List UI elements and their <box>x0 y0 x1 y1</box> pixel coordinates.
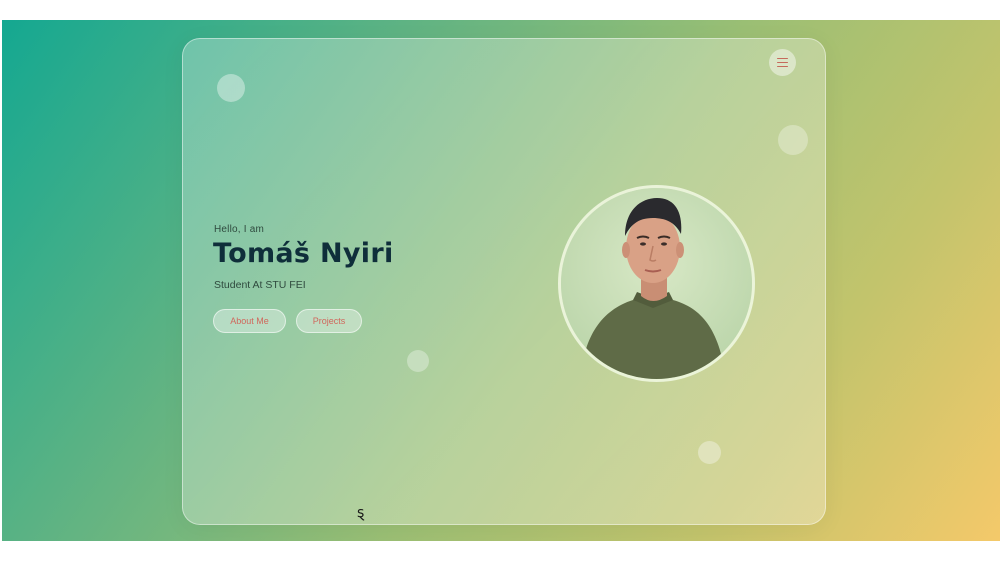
glass-card: Hello, I am Tomáš Nyiri Student At STU F… <box>182 38 826 525</box>
hero-name: Tomáš Nyiri <box>213 238 394 269</box>
projects-button[interactable]: Projects <box>296 309 362 333</box>
page-background: Hello, I am Tomáš Nyiri Student At STU F… <box>2 20 1000 541</box>
decorative-bubble <box>217 74 245 102</box>
avatar-portrait-image <box>561 188 752 379</box>
hamburger-menu-icon[interactable] <box>769 49 796 76</box>
decorative-bubble <box>407 350 429 372</box>
menu-bar <box>777 65 788 67</box>
avatar <box>558 185 755 382</box>
hero-subtitle: Student At STU FEI <box>214 279 306 291</box>
cursor-icon: ȿ <box>357 505 365 521</box>
about-me-button[interactable]: About Me <box>213 309 286 333</box>
decorative-bubble <box>778 125 808 155</box>
menu-bar <box>777 61 788 64</box>
menu-bar <box>777 58 788 60</box>
greeting-text: Hello, I am <box>214 224 264 235</box>
decorative-bubble <box>698 441 721 464</box>
